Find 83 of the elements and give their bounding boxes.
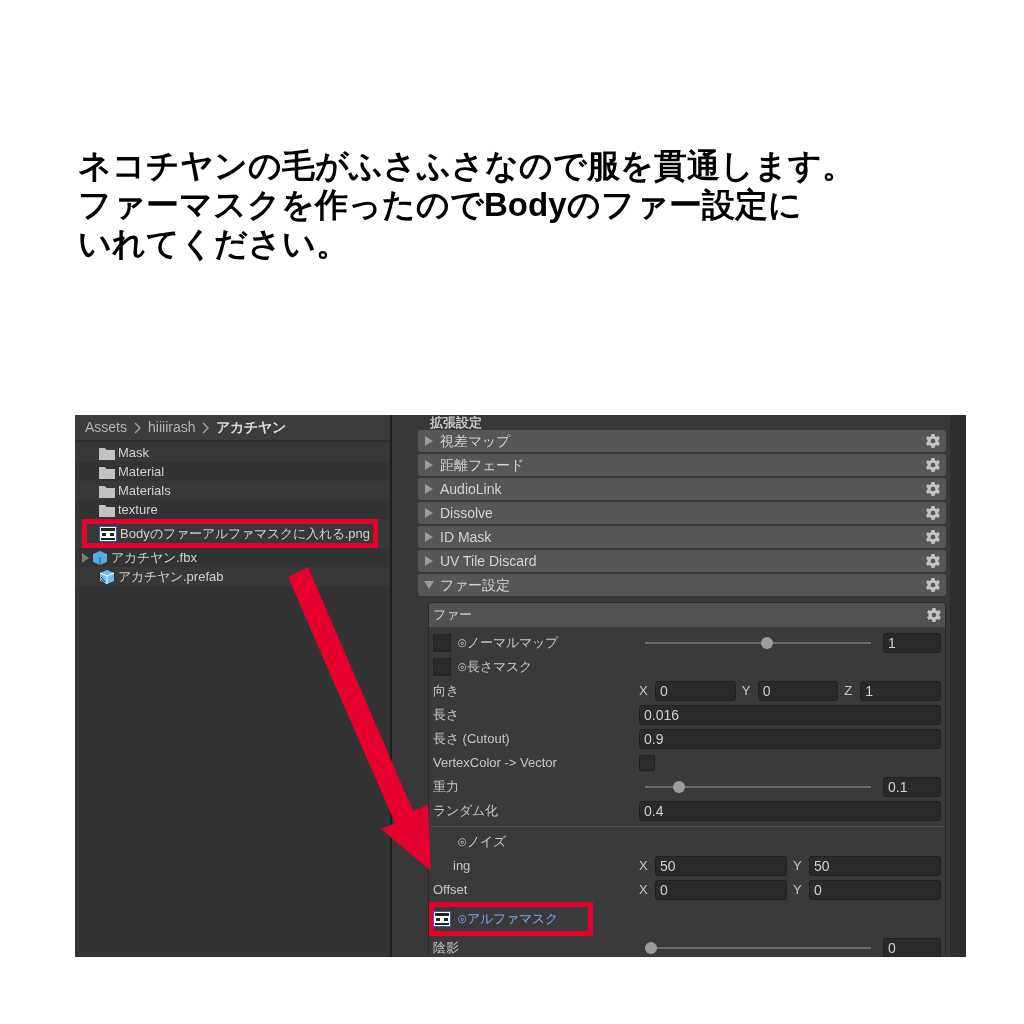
breadcrumb-link[interactable]: hiiiirash: [146, 417, 198, 438]
collapsed-arrow-icon: [424, 556, 434, 566]
model-icon: [92, 549, 108, 566]
axis-label: Y: [793, 881, 803, 900]
settings-icon: [926, 482, 940, 496]
number-field[interactable]: 0: [655, 681, 736, 701]
settings-icon: [926, 506, 940, 520]
file-name[interactable]: Materials: [118, 480, 171, 501]
settings-icon: [926, 458, 940, 472]
axis-label: X: [639, 682, 649, 701]
axis-label: X: [639, 881, 649, 900]
settings-icon: [926, 530, 940, 544]
file-name[interactable]: Material: [118, 461, 165, 482]
heading-text: ネコチヤンの毛がふさふさなので服を貫通します。 ファーマスクを作ったのでBodyのファー設定に いれてください。: [78, 146, 856, 263]
texture-thumbnail-icon: [99, 525, 117, 542]
slider-track[interactable]: [645, 779, 871, 795]
property-label: Offset: [433, 881, 468, 900]
property-label: 重力: [433, 778, 459, 797]
foldout-header[interactable]: UV Tile Discard: [418, 550, 946, 572]
slider-thumb[interactable]: [760, 637, 773, 649]
chevron-icon: [133, 421, 142, 434]
chevron-icon: [201, 421, 211, 434]
collapsed-arrow-icon: [424, 436, 434, 446]
property-label: ランダム化: [433, 802, 498, 821]
file-name[interactable]: texture: [118, 499, 158, 520]
folder-icon: [99, 502, 115, 517]
number-field[interactable]: 0.016: [639, 705, 941, 725]
slider-track[interactable]: [645, 635, 871, 651]
number-field[interactable]: 0.4: [639, 801, 941, 821]
expand-arrow-icon: [82, 552, 89, 563]
axis-label: X: [639, 857, 649, 876]
settings-icon: [927, 608, 941, 622]
slider-thumb[interactable]: [645, 942, 657, 954]
number-field[interactable]: 0: [757, 681, 839, 701]
number-field[interactable]: 1: [860, 681, 941, 701]
folder-icon: [99, 483, 115, 498]
property-label: ⊙長さマスク: [457, 658, 532, 677]
collapsed-arrow-icon: [424, 532, 434, 542]
breadcrumb-link[interactable]: Assets: [83, 417, 129, 438]
collapsed-arrow-icon: [424, 484, 434, 494]
foldout-header[interactable]: ID Mask: [418, 526, 946, 548]
collapsed-arrow-icon: [424, 460, 434, 470]
number-field[interactable]: 0: [809, 880, 941, 900]
file-name[interactable]: Mask: [118, 442, 150, 463]
panel-title: ファー: [433, 606, 473, 625]
settings-icon: [926, 578, 940, 592]
section-title: 拡張設定: [429, 415, 483, 431]
foldout-header[interactable]: ファー設定: [418, 574, 946, 596]
axis-label: Y: [741, 682, 752, 701]
number-field[interactable]: 1: [883, 633, 941, 653]
foldout-header[interactable]: Dissolve: [418, 502, 946, 524]
checkbox[interactable]: [639, 755, 655, 771]
number-field[interactable]: 0: [883, 938, 941, 957]
property-label: 向き: [433, 682, 459, 701]
property-label: ing: [452, 857, 471, 876]
property-label: ⊙ノーマルマップ: [457, 634, 558, 653]
axis-label: Y: [793, 857, 803, 876]
folder-icon: [99, 445, 115, 460]
scrollbar[interactable]: [950, 415, 966, 957]
property-label: ⊙アルファマスク: [457, 910, 558, 929]
settings-icon: [926, 434, 940, 448]
number-field[interactable]: 50: [655, 856, 787, 876]
number-field[interactable]: 0.9: [639, 729, 941, 749]
settings-icon: [926, 554, 940, 568]
number-field[interactable]: 0.1: [883, 777, 941, 797]
slider-thumb[interactable]: [672, 781, 685, 793]
expanded-arrow-icon: [424, 580, 434, 590]
property-label: 長さ (Cutout): [433, 730, 510, 749]
collapsed-arrow-icon: [424, 508, 434, 518]
foldout-header[interactable]: 距離フェード: [418, 454, 946, 476]
foldout-header[interactable]: 視差マップ: [418, 430, 946, 452]
property-label: 陰影: [433, 939, 459, 957]
folder-icon: [99, 464, 115, 479]
foldout-header[interactable]: AudioLink: [418, 478, 946, 500]
slider-track[interactable]: [645, 940, 871, 956]
breadcrumb-link[interactable]: アカチヤン: [214, 417, 289, 438]
file-name[interactable]: アカチヤン.fbx: [111, 547, 197, 568]
axis-label: Z: [844, 682, 854, 701]
number-field[interactable]: 0: [655, 880, 787, 900]
property-label: 長さ: [433, 706, 459, 725]
property-label: ⊙ノイズ: [457, 833, 506, 852]
property-label: VertexColor -> Vector: [433, 754, 557, 773]
number-field[interactable]: 50: [809, 856, 941, 876]
